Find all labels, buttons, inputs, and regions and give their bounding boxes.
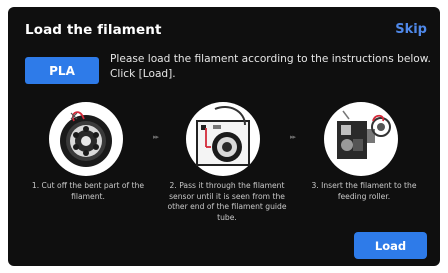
step-2-caption: 2. Pass it through the filament sensor u… (167, 181, 287, 222)
load-button[interactable]: Load (354, 232, 427, 259)
filament-sensor-icon (185, 101, 261, 177)
step-arrow-icon: ▸▸ (153, 133, 159, 141)
extruder-feeder-icon (323, 101, 399, 177)
filament-spool-icon (48, 101, 124, 177)
step-arrow-icon: ▸▸ (290, 133, 296, 141)
instruction-text: Please load the filament according to th… (110, 53, 431, 80)
step-1-caption: 1. Cut off the bent part of the filament… (31, 181, 145, 201)
load-filament-dialog: Load the filament Skip PLA Please load t… (8, 7, 440, 266)
filament-type-button[interactable]: PLA (25, 57, 99, 84)
skip-button[interactable]: Skip (395, 22, 427, 37)
page-title: Load the filament (25, 22, 162, 38)
step-3-caption: 3. Insert the filament to the feeding ro… (311, 181, 417, 201)
